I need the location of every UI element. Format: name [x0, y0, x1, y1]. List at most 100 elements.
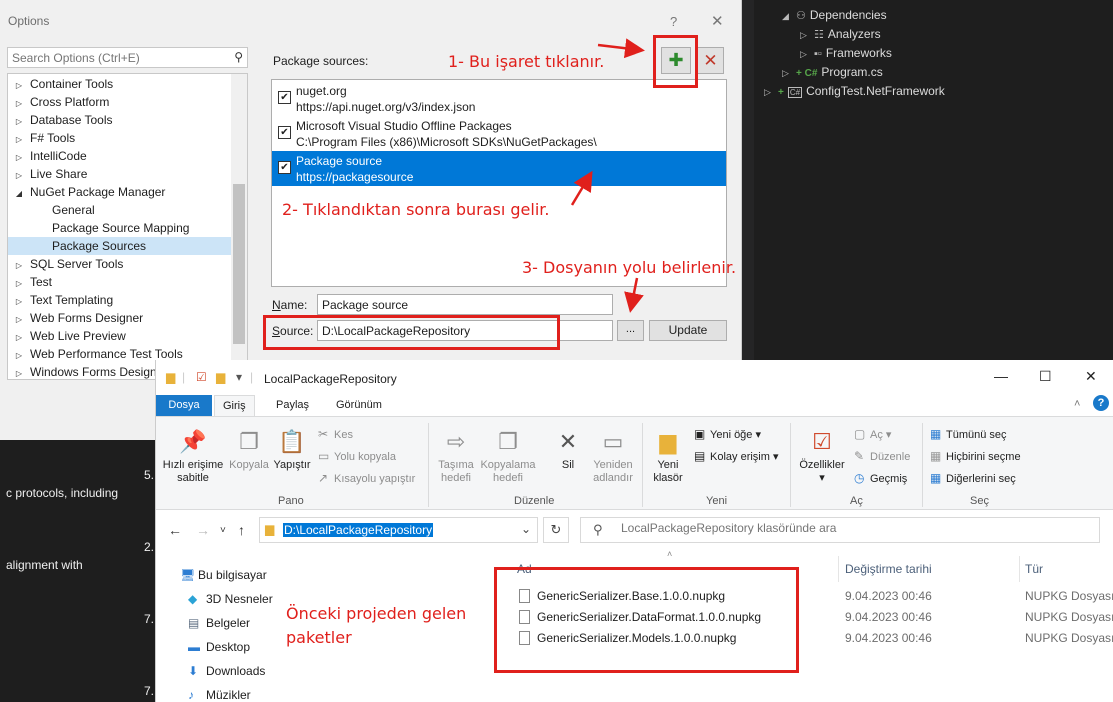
- update-button[interactable]: Update: [649, 320, 727, 341]
- collapse-ribbon-icon[interactable]: ˄: [1074, 398, 1080, 410]
- nav-item-music[interactable]: ♪ Müzikler: [188, 688, 251, 702]
- tree-item-cross-platform[interactable]: ▷ Cross Platform: [8, 93, 231, 111]
- window-title: LocalPackageRepository: [264, 372, 397, 386]
- open-button[interactable]: ▢ Aç ▾: [854, 427, 891, 441]
- recent-locations-icon[interactable]: ˅: [220, 525, 226, 536]
- tree-item-nuget-package-manager[interactable]: ◢ NuGet Package Manager: [8, 183, 231, 201]
- tree-item-test[interactable]: ▷ Test: [8, 273, 231, 291]
- tree-item-live-share[interactable]: ▷ Live Share: [8, 165, 231, 183]
- refresh-button[interactable]: ↻: [543, 517, 569, 543]
- expand-arrow-icon[interactable]: ▷: [764, 87, 778, 98]
- tree-item-package-source-mapping[interactable]: Package Source Mapping: [8, 219, 231, 237]
- back-button[interactable]: ←: [168, 522, 182, 538]
- scrollbar-thumb[interactable]: [233, 184, 245, 344]
- column-header-type[interactable]: Tür: [1025, 562, 1043, 576]
- source-enabled-checkbox[interactable]: ✔: [278, 161, 291, 174]
- forward-button[interactable]: →: [196, 522, 210, 538]
- search-input[interactable]: [621, 521, 1091, 535]
- rename-button[interactable]: ▭ Yeniden adlandır: [590, 427, 636, 485]
- nav-item-desktop[interactable]: ▬ Desktop: [188, 640, 250, 654]
- close-button[interactable]: ✕: [711, 12, 724, 30]
- maximize-button[interactable]: ☐: [1039, 368, 1052, 385]
- column-separator[interactable]: [1019, 556, 1020, 582]
- tree-item-program-cs[interactable]: ▷ + C# Program.cs: [782, 65, 883, 79]
- nav-item-this-pc[interactable]: 🖥 Bu bilgisayar: [180, 568, 267, 582]
- minimize-button[interactable]: —: [994, 368, 1008, 384]
- tree-item-text-templating[interactable]: ▷ Text Templating: [8, 291, 231, 309]
- address-path[interactable]: D:\LocalPackageRepository: [283, 523, 434, 537]
- column-separator[interactable]: [838, 556, 839, 582]
- column-header-date[interactable]: Değiştirme tarihi: [845, 562, 932, 576]
- expand-arrow-icon[interactable]: ▷: [800, 49, 814, 60]
- tree-item-project[interactable]: ▷ + C# ConfigTest.NetFramework: [764, 84, 945, 98]
- nav-item-3d-objects[interactable]: ◆ 3D Nesneler: [188, 592, 273, 606]
- source-enabled-checkbox[interactable]: ✔: [278, 126, 291, 139]
- tree-item-container-tools[interactable]: ▷ Container Tools: [8, 75, 231, 93]
- source-enabled-checkbox[interactable]: ✔: [278, 91, 291, 104]
- help-button[interactable]: ?: [670, 14, 677, 29]
- new-folder-icon[interactable]: ▆: [216, 370, 225, 384]
- copy-button[interactable]: ❐ Kopyala: [228, 427, 270, 472]
- tree-item-intellicode[interactable]: ▷ IntelliCode: [8, 147, 231, 165]
- address-bar[interactable]: ▆ D:\LocalPackageRepository ⌄: [259, 517, 538, 543]
- tree-scrollbar[interactable]: [231, 74, 247, 379]
- move-to-button[interactable]: ⇨ Taşıma hedefi: [434, 427, 478, 485]
- invert-selection-button[interactable]: ▦ Diğerlerini seç: [930, 471, 1016, 485]
- customize-toolbar-icon[interactable]: ▾: [236, 370, 242, 384]
- search-icon[interactable]: ⚲: [234, 50, 243, 64]
- copy-to-button[interactable]: ❐ Kopyalama hedefi: [480, 427, 536, 485]
- new-item-button[interactable]: ▣ Yeni öğe ▾: [694, 427, 761, 441]
- close-button[interactable]: ✕: [1085, 368, 1097, 385]
- browse-button[interactable]: ...: [617, 320, 644, 341]
- collapse-arrow-icon[interactable]: ◢: [782, 11, 796, 22]
- pin-quick-access-button[interactable]: 📌 Hızlı erişime sabitle: [162, 427, 224, 485]
- paste-button[interactable]: 📋 Yapıştır: [272, 427, 312, 472]
- copy-path-button[interactable]: ▭ Yolu kopyala: [318, 449, 396, 463]
- edit-button[interactable]: ✎ Düzenle: [854, 449, 910, 463]
- tab-share[interactable]: Paylaş: [268, 395, 317, 416]
- chevron-down-icon[interactable]: ⌄: [521, 522, 531, 536]
- tree-item-sql-server-tools[interactable]: ▷ SQL Server Tools: [8, 255, 231, 273]
- help-icon[interactable]: ?: [1093, 395, 1109, 411]
- nav-item-documents[interactable]: ▤ Belgeler: [188, 616, 250, 630]
- tree-item-analyzers[interactable]: ▷ ☷ Analyzers: [800, 27, 881, 41]
- new-folder-button[interactable]: ▆ Yeni klasör: [648, 427, 688, 485]
- source-item-offline-packages[interactable]: ✔ Microsoft Visual Studio Offline Packag…: [272, 116, 726, 151]
- select-all-button[interactable]: ▦ Tümünü seç: [930, 427, 1007, 441]
- expand-arrow-icon[interactable]: ▷: [8, 365, 30, 379]
- explorer-search[interactable]: ⚲: [580, 517, 1100, 543]
- cut-button[interactable]: ✂ Kes: [318, 427, 353, 441]
- desktop-icon: ▬: [188, 640, 200, 654]
- properties-button[interactable]: ☑ Özellikler ▾: [796, 427, 848, 485]
- delete-icon: ✕: [558, 429, 578, 454]
- doc-list-number: 7.: [144, 612, 155, 626]
- tree-item-web-live-preview[interactable]: ▷ Web Live Preview: [8, 327, 231, 345]
- invert-selection-icon: ▦: [930, 471, 942, 485]
- tab-home[interactable]: Giriş: [214, 395, 255, 416]
- history-button[interactable]: ◷ Geçmiş: [854, 471, 907, 485]
- properties-icon[interactable]: ☑: [196, 370, 207, 384]
- expand-arrow-icon[interactable]: ▷: [782, 68, 796, 79]
- tree-item-frameworks[interactable]: ▷ ▪▫ Frameworks: [800, 46, 892, 60]
- tree-item-dependencies[interactable]: ◢ ⚇ Dependencies: [782, 8, 887, 22]
- paste-shortcut-button[interactable]: ↗ Kısayolu yapıştır: [318, 471, 415, 485]
- options-search[interactable]: ⚲: [7, 47, 248, 68]
- search-input[interactable]: [8, 48, 218, 67]
- expand-arrow-icon[interactable]: ▷: [800, 30, 814, 41]
- remove-source-button[interactable]: ✕: [697, 47, 724, 74]
- tree-item-general[interactable]: General: [8, 201, 231, 219]
- tree-item-package-sources[interactable]: Package Sources: [8, 237, 231, 255]
- name-field[interactable]: [317, 294, 613, 315]
- select-none-button[interactable]: ▦ Hiçbirini seçme: [930, 449, 1021, 463]
- delete-button[interactable]: ✕ Sil: [548, 427, 588, 472]
- tab-view[interactable]: Görünüm: [328, 395, 390, 416]
- tree-item-web-forms-designer[interactable]: ▷ Web Forms Designer: [8, 309, 231, 327]
- source-item-package-source[interactable]: ✔ Package source https://packagesource: [272, 151, 726, 186]
- tree-item-database-tools[interactable]: ▷ Database Tools: [8, 111, 231, 129]
- tab-file[interactable]: Dosya: [156, 395, 212, 416]
- up-button[interactable]: ↑: [238, 522, 245, 538]
- easy-access-button[interactable]: ▤ Kolay erişim ▾: [694, 449, 778, 463]
- group-separator: [428, 423, 429, 507]
- tree-item-fsharp-tools[interactable]: ▷ F# Tools: [8, 129, 231, 147]
- nav-item-downloads[interactable]: ⬇ Downloads: [188, 664, 265, 678]
